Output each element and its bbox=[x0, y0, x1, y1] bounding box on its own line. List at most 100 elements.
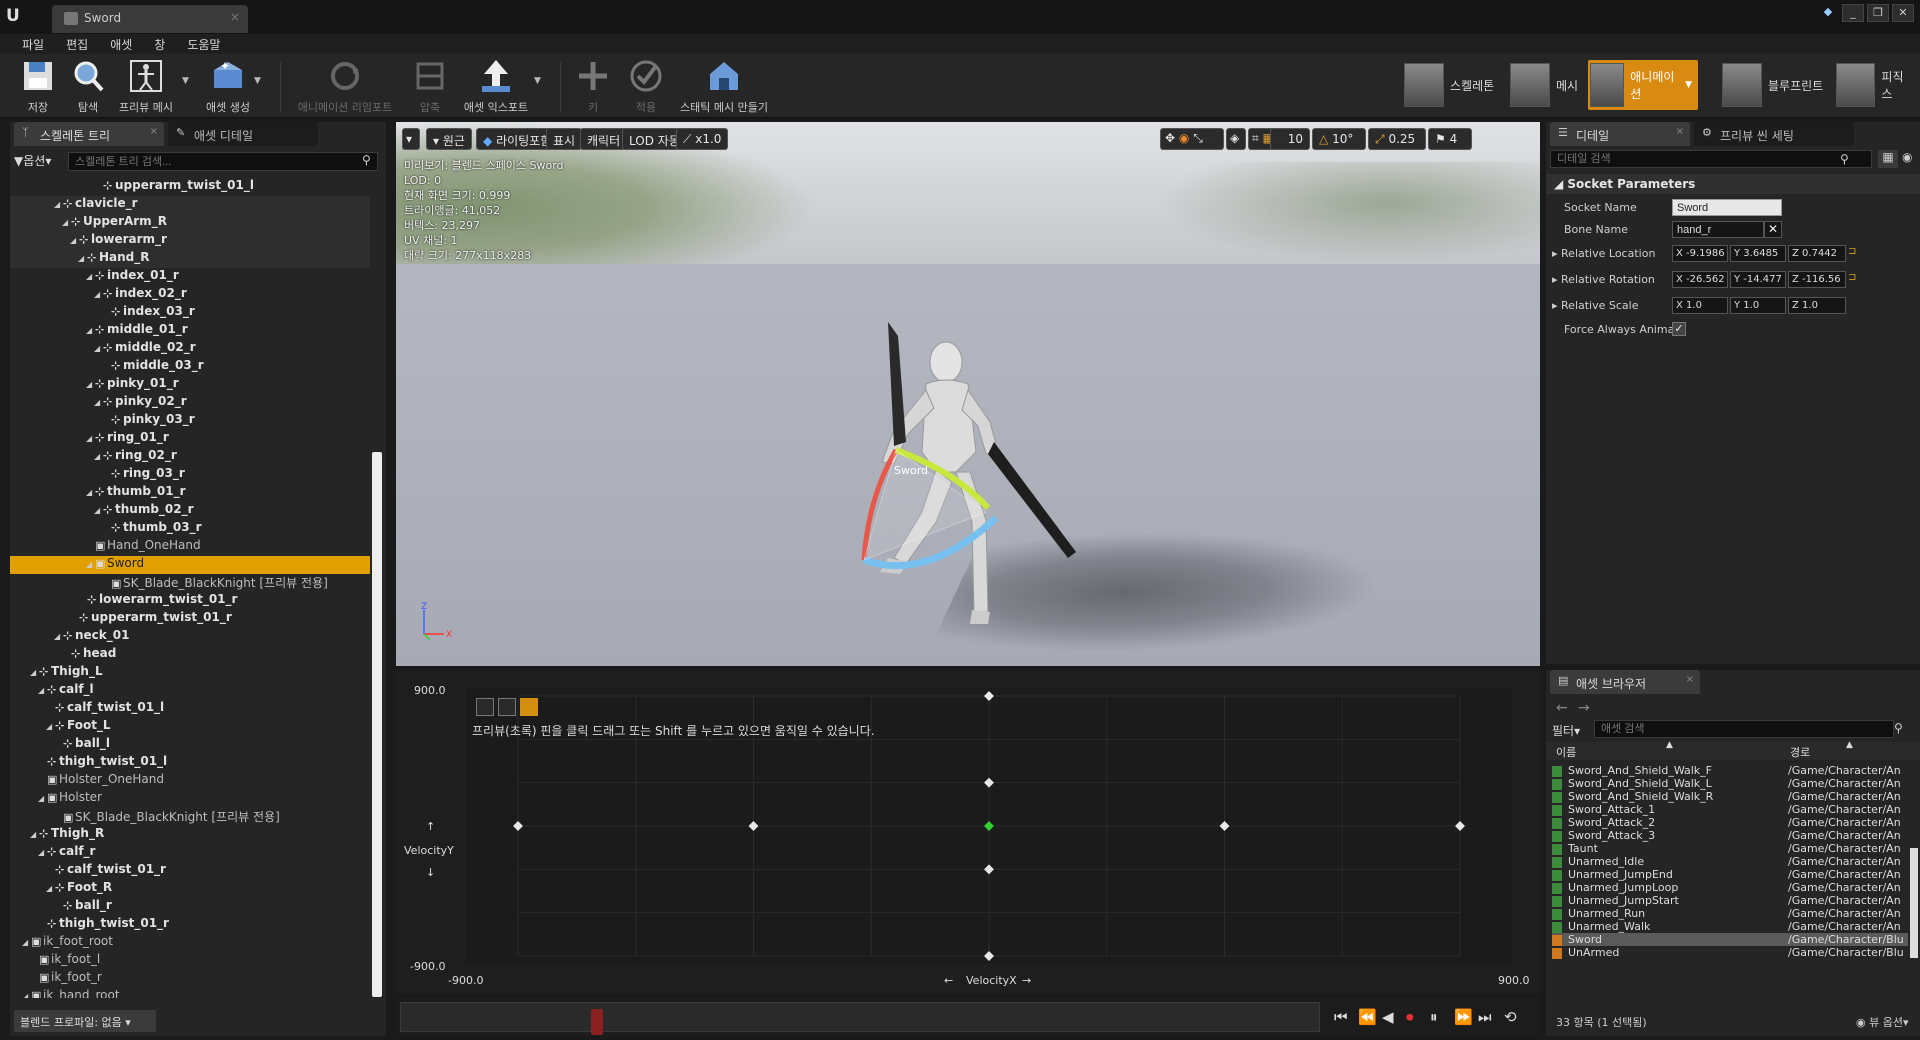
rotation-x-field[interactable]: X -26.562 bbox=[1672, 271, 1728, 288]
grid-size-value[interactable]: 10 bbox=[1270, 128, 1310, 150]
expand-arrow-icon[interactable]: ◢ bbox=[78, 254, 87, 263]
tree-item[interactable]: ◢ ⊹ Foot_R bbox=[10, 880, 370, 898]
asset-row[interactable]: Unarmed_JumpStart/Game/Character/An bbox=[1552, 894, 1908, 907]
world-local-toggle[interactable]: ◈ bbox=[1226, 128, 1246, 150]
expand-arrow-icon[interactable]: ◢ bbox=[86, 488, 95, 497]
compression-button[interactable]: 압축 bbox=[400, 56, 460, 116]
rotation-z-field[interactable]: Z -116.56 bbox=[1788, 271, 1846, 288]
search-icon[interactable]: ⚲ bbox=[1840, 152, 1849, 166]
asset-row[interactable]: Sword_And_Shield_Walk_F/Game/Character/A… bbox=[1552, 764, 1908, 777]
fit-view-icon[interactable] bbox=[520, 698, 538, 716]
tree-item[interactable]: ▣ ik_foot_r bbox=[10, 970, 370, 988]
menu-edit[interactable]: 편집 bbox=[56, 34, 98, 54]
sample-point[interactable] bbox=[984, 691, 994, 701]
force-always-animate-checkbox[interactable]: ✓ bbox=[1672, 322, 1686, 336]
expand-arrow-icon[interactable]: ◢ bbox=[38, 794, 47, 803]
tab-details[interactable]: ☰ 디테일 × bbox=[1550, 122, 1690, 146]
expand-arrow-icon[interactable]: ◢ bbox=[94, 290, 103, 299]
options-button[interactable]: ▼옵션▾ bbox=[14, 152, 62, 170]
expand-arrow-icon[interactable]: ◢ bbox=[94, 344, 103, 353]
timeline-scrubber[interactable] bbox=[591, 1009, 603, 1035]
tab-asset-browser[interactable]: ▤ 애셋 브라우저 × bbox=[1550, 670, 1700, 694]
tree-item[interactable]: ◢ ⊹ ring_01_r bbox=[10, 430, 370, 448]
expand-arrow-icon[interactable]: ◢ bbox=[38, 848, 47, 857]
mode-dropdown-icon[interactable]: ▼ bbox=[1685, 80, 1692, 90]
tree-item[interactable]: ⊹ ball_r bbox=[10, 898, 370, 916]
tab-asset-details[interactable]: ✎ 애셋 디테일 bbox=[168, 122, 318, 146]
location-x-field[interactable]: X -9.1986 bbox=[1672, 245, 1728, 262]
socket-parameters-header[interactable]: ◢ Socket Parameters bbox=[1546, 174, 1920, 194]
viewport-options-button[interactable]: ▾ bbox=[402, 128, 420, 150]
column-path-header[interactable]: 경로 bbox=[1790, 744, 1810, 760]
view-options-button[interactable]: ◉ 뷰 옵션▾ bbox=[1856, 1014, 1909, 1030]
pause-icon[interactable]: ⏸ bbox=[1430, 1008, 1438, 1026]
skip-to-end-icon[interactable]: ⏭ bbox=[1478, 1008, 1492, 1026]
step-back-icon[interactable]: ⏪ bbox=[1358, 1008, 1377, 1026]
tree-item[interactable]: ◢ ⊹ Thigh_L bbox=[10, 664, 370, 682]
expand-arrow-icon[interactable]: ◢ bbox=[86, 560, 95, 569]
column-name-header[interactable]: 이름 bbox=[1556, 744, 1576, 760]
socket-name-field[interactable] bbox=[1672, 199, 1782, 216]
asset-row[interactable]: Unarmed_JumpEnd/Game/Character/An bbox=[1552, 868, 1908, 881]
tree-item[interactable]: ◢ ▣ ik_foot_root bbox=[10, 934, 370, 952]
asset-row[interactable]: UnArmed/Game/Character/Blu bbox=[1552, 946, 1908, 959]
create-asset-dropdown-icon[interactable]: ▼ bbox=[254, 76, 261, 86]
tree-item[interactable]: ◢ ⊹ calf_r bbox=[10, 844, 370, 862]
triangulation-tool-icon[interactable] bbox=[498, 698, 516, 716]
tree-item[interactable]: ◢ ⊹ neck_01 bbox=[10, 628, 370, 646]
tree-item[interactable]: ◢ ⊹ thumb_02_r bbox=[10, 502, 370, 520]
menu-asset[interactable]: 애셋 bbox=[100, 34, 142, 54]
step-forward-icon[interactable]: ⏩ bbox=[1454, 1008, 1473, 1026]
tree-item[interactable]: ◢ ⊹ calf_l bbox=[10, 682, 370, 700]
tree-item[interactable]: ⊹ upperarm_twist_01_r bbox=[10, 610, 370, 628]
tree-item[interactable]: ◢ ⊹ Foot_L bbox=[10, 718, 370, 736]
angle-snap-button[interactable]: △ 10° bbox=[1312, 128, 1366, 150]
reset-rotation-icon[interactable]: ⊐ bbox=[1848, 272, 1856, 283]
minimize-button[interactable]: _ bbox=[1842, 4, 1864, 22]
preview-pin[interactable] bbox=[984, 821, 994, 831]
tree-item[interactable]: ⊹ upperarm_twist_01_l bbox=[10, 178, 370, 196]
scale-z-field[interactable]: Z 1.0 bbox=[1788, 297, 1846, 314]
reimport-animation-button[interactable]: 애니메이션 리임포트 bbox=[290, 56, 400, 116]
tree-item[interactable]: ▣ ik_foot_l bbox=[10, 952, 370, 970]
maximize-button[interactable]: ❐ bbox=[1867, 4, 1889, 22]
asset-row[interactable]: Unarmed_JumpLoop/Game/Character/An bbox=[1552, 881, 1908, 894]
bone-name-field[interactable] bbox=[1672, 221, 1764, 238]
sample-point[interactable] bbox=[984, 777, 994, 788]
rotation-y-field[interactable]: Y -14.477 bbox=[1730, 271, 1786, 288]
document-tab[interactable]: Sword × bbox=[52, 5, 248, 33]
expand-arrow-icon[interactable]: ◢ bbox=[94, 452, 103, 461]
tree-item[interactable]: ◢ ⊹ pinky_02_r bbox=[10, 394, 370, 412]
scale-snap-button[interactable]: ⤢ 0.25 bbox=[1368, 128, 1426, 150]
apply-button[interactable]: 적용 bbox=[616, 56, 676, 116]
expand-arrow-icon[interactable]: ◢ bbox=[54, 200, 63, 209]
transform-tools[interactable]: ✥ ◉ ⤡ bbox=[1160, 128, 1224, 150]
forward-arrow-icon[interactable]: → bbox=[1578, 700, 1590, 716]
tree-item[interactable]: ◢ ⊹ index_02_r bbox=[10, 286, 370, 304]
asset-row[interactable]: Sword/Game/Character/Blu bbox=[1552, 933, 1908, 946]
make-static-mesh-button[interactable]: 스태틱 메시 만들기 bbox=[672, 56, 776, 116]
create-asset-button[interactable]: ✦ 애셋 생성 bbox=[198, 56, 258, 116]
expand-arrow-icon[interactable]: ◢ bbox=[86, 380, 95, 389]
sample-point[interactable] bbox=[1455, 821, 1465, 831]
tree-item[interactable]: ▣ SK_Blade_BlackKnight [프리뷰 전용] bbox=[10, 808, 370, 826]
sample-point[interactable] bbox=[984, 951, 994, 961]
close-window-button[interactable]: ✕ bbox=[1892, 4, 1914, 22]
expand-arrow-icon[interactable]: ◢ bbox=[46, 722, 55, 731]
tree-item[interactable]: ◢ ⊹ Thigh_R bbox=[10, 826, 370, 844]
tree-scrollbar[interactable] bbox=[372, 452, 382, 997]
expand-arrow-icon[interactable]: ◢ bbox=[94, 398, 103, 407]
tree-item[interactable]: ▣ SK_Blade_BlackKnight [프리뷰 전용] bbox=[10, 574, 370, 592]
search-icon[interactable]: ⚲ bbox=[1894, 721, 1903, 735]
location-z-field[interactable]: Z 0.7442 bbox=[1788, 245, 1846, 262]
skip-to-start-icon[interactable]: ⏮ bbox=[1334, 1008, 1348, 1026]
property-matrix-icon[interactable]: ▦ bbox=[1878, 150, 1898, 168]
tree-item[interactable]: ◢ ⊹ pinky_01_r bbox=[10, 376, 370, 394]
reset-location-icon[interactable]: ⊐ bbox=[1848, 246, 1856, 257]
expand-arrow-icon[interactable]: ◢ bbox=[94, 506, 103, 515]
show-button[interactable]: 표시 bbox=[546, 128, 583, 150]
tree-item[interactable]: ◢ ⊹ lowerarm_r bbox=[10, 232, 370, 250]
close-tab-icon[interactable]: × bbox=[1676, 126, 1684, 137]
tree-item[interactable]: ◢ ⊹ thumb_01_r bbox=[10, 484, 370, 502]
tree-item[interactable]: ◢ ▣ Sword bbox=[10, 556, 370, 574]
